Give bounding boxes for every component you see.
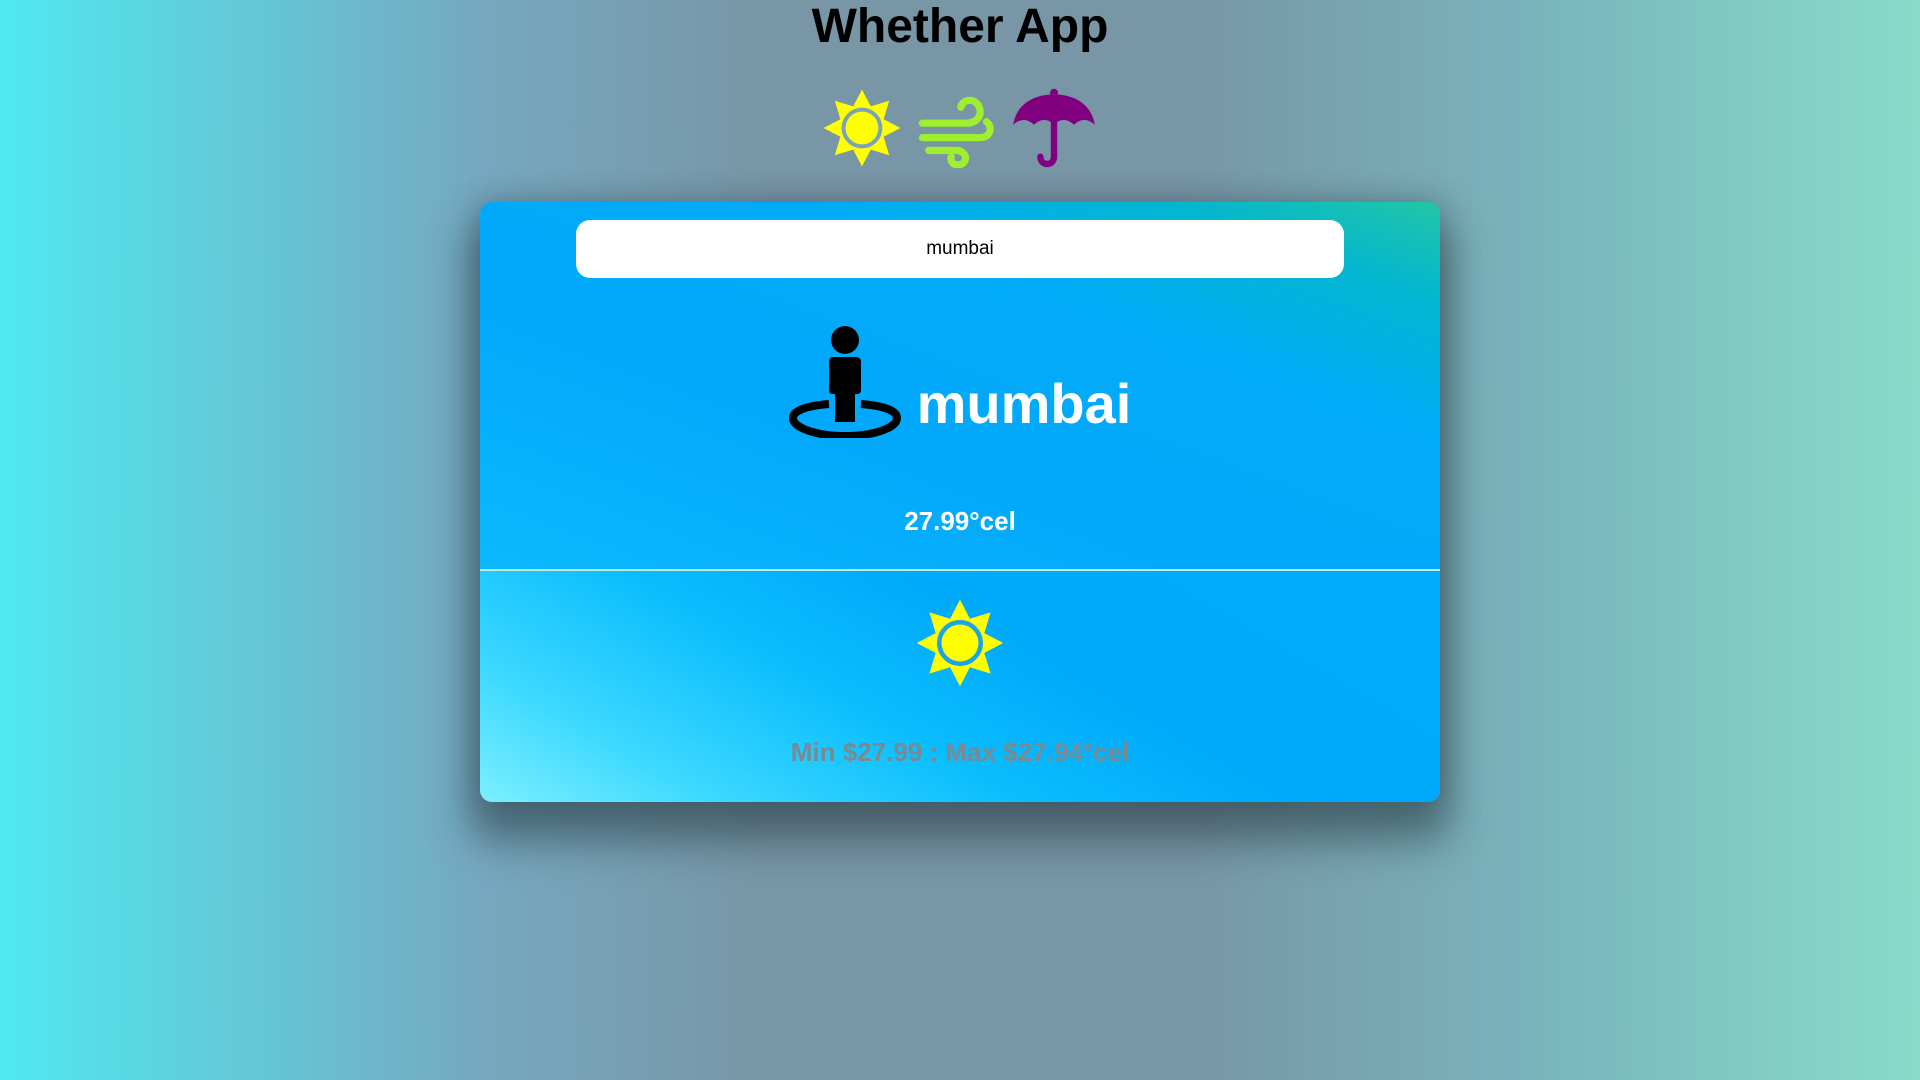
app-title: Whether App [811, 0, 1109, 53]
card-top-section: mumbai 27.99°cel [480, 202, 1440, 569]
sun-icon [823, 89, 901, 167]
temperature-text: 27.99°cel [904, 506, 1016, 536]
city-search-input[interactable] [576, 220, 1344, 278]
card-bottom-section: Min $27.99 : Max $27.94°cel [480, 571, 1440, 802]
street-view-icon [788, 326, 901, 438]
location-row: mumbai [480, 326, 1440, 438]
umbrella-icon [1013, 88, 1095, 168]
weather-card: mumbai 27.99°cel Min $27.99 : Max $27.94… [480, 202, 1440, 802]
sun-icon [916, 599, 1004, 687]
wind-icon [918, 96, 994, 168]
min-max-temperature: Min $27.99 : Max $27.94°cel [790, 737, 1130, 767]
city-name: mumbai [916, 371, 1132, 435]
header-icons [0, 88, 1920, 168]
